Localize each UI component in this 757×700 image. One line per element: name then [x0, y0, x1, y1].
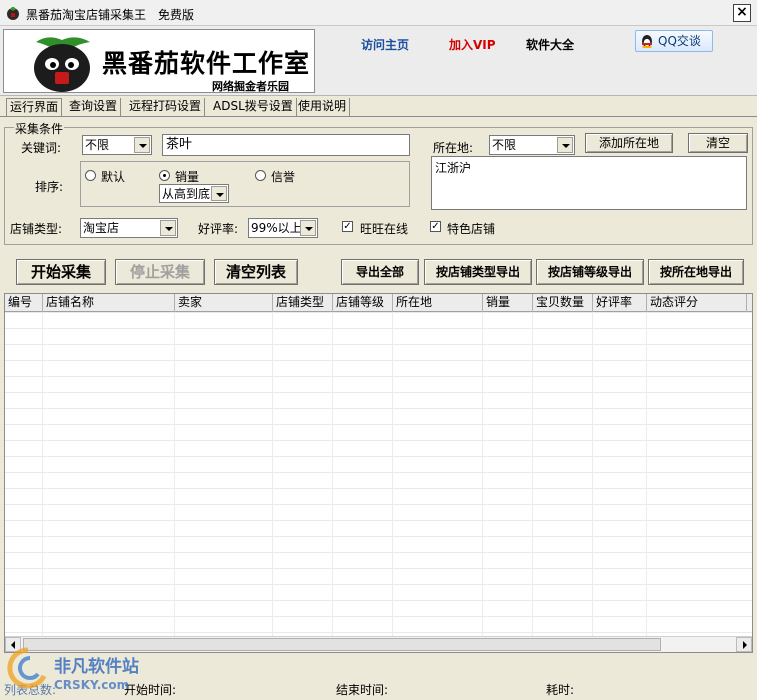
- tab-adsl-dial[interactable]: ADSL拨号设置: [210, 98, 297, 116]
- special-shop-checkbox[interactable]: ✓: [430, 221, 441, 232]
- column-header[interactable]: 卖家: [175, 294, 273, 312]
- shop-type-value: 淘宝店: [83, 221, 120, 235]
- title-bar: 黑番茄淘宝店铺采集王 免费版 ×: [0, 0, 757, 26]
- sort-default-label: 默认: [101, 170, 126, 184]
- clear-location-button[interactable]: 清空: [688, 133, 748, 153]
- add-location-button[interactable]: 添加所在地: [585, 133, 673, 153]
- edition-label: 免费版: [158, 8, 195, 22]
- table-header: 编号 店铺名称 卖家 店铺类型 店铺等级 所在地 销量 宝贝数量 好评率 动态评…: [5, 294, 752, 312]
- export-all-button[interactable]: 导出全部: [341, 259, 419, 285]
- sort-options-box: 默认 销量 信誉 从高到底: [80, 161, 410, 207]
- tomato-mascot-icon: [34, 37, 90, 92]
- close-button[interactable]: ×: [733, 4, 751, 22]
- export-by-type-button[interactable]: 按店铺类型导出: [424, 259, 532, 285]
- criteria-legend: 采集条件: [14, 120, 65, 137]
- sort-label: 排序:: [35, 180, 64, 194]
- keyword-scope-value: 不限: [85, 138, 110, 152]
- column-divider: [174, 312, 175, 637]
- sort-sales-radio[interactable]: [159, 170, 170, 181]
- chevron-down-icon: [211, 186, 227, 201]
- rating-label: 好评率:: [198, 222, 239, 236]
- column-header[interactable]: 宝贝数量: [533, 294, 593, 312]
- location-label: 所在地:: [433, 141, 474, 155]
- column-header[interactable]: 店铺名称: [43, 294, 175, 312]
- qq-chat-button[interactable]: QQ交谈: [635, 30, 713, 52]
- end-time-label: 结束时间:: [336, 683, 389, 697]
- rating-value: 99%以上: [251, 221, 302, 235]
- keyword-input[interactable]: 茶叶: [162, 134, 410, 156]
- wangwang-online-label: 旺旺在线: [360, 222, 409, 236]
- window-title: 黑番茄淘宝店铺采集王: [26, 8, 147, 22]
- watermark-domain: CRSKY.com: [54, 678, 130, 692]
- stop-collect-button[interactable]: 停止采集: [115, 259, 205, 285]
- wangwang-online-checkbox[interactable]: ✓: [342, 221, 353, 232]
- column-divider: [646, 312, 647, 637]
- keyword-scope-select[interactable]: 不限: [82, 135, 152, 155]
- scroll-right-icon[interactable]: [736, 637, 752, 652]
- column-divider: [532, 312, 533, 637]
- keyword-label: 关键词:: [21, 141, 62, 155]
- shop-type-label: 店铺类型:: [10, 222, 63, 236]
- tab-help[interactable]: 使用说明: [295, 98, 351, 116]
- location-list[interactable]: 江浙沪: [431, 156, 747, 210]
- tab-run[interactable]: 运行界面: [6, 98, 63, 117]
- qq-chat-label: QQ交谈: [658, 34, 701, 48]
- join-vip-link[interactable]: 加入VIP: [449, 36, 496, 53]
- watermark-name: 非凡软件站: [54, 657, 139, 677]
- chevron-down-icon: [134, 137, 150, 153]
- sort-reputation-radio[interactable]: [255, 170, 266, 181]
- sort-sales-label: 销量: [175, 170, 200, 184]
- export-by-level-button[interactable]: 按店铺等级导出: [536, 259, 644, 285]
- column-divider: [332, 312, 333, 637]
- visit-homepage-link[interactable]: 访问主页: [361, 36, 409, 53]
- column-header[interactable]: 店铺类型: [273, 294, 333, 312]
- sort-order-value: 从高到底: [162, 187, 211, 201]
- start-collect-button[interactable]: 开始采集: [16, 259, 106, 285]
- sort-order-select[interactable]: 从高到底: [159, 184, 229, 203]
- sort-reputation-label: 信誉: [271, 170, 296, 184]
- column-header[interactable]: 动态评分: [647, 294, 747, 312]
- watermark: 非凡软件站 CRSKY.com: [0, 642, 180, 700]
- shop-type-select[interactable]: 淘宝店: [80, 218, 178, 238]
- sort-default-radio[interactable]: [85, 170, 96, 181]
- qq-penguin-icon: [642, 35, 652, 48]
- location-value: 不限: [492, 138, 517, 152]
- tab-query-settings[interactable]: 查询设置: [66, 98, 122, 116]
- elapsed-label: 耗时:: [546, 683, 575, 697]
- run-panel: 采集条件 关键词: 不限 茶叶 所在地: 不限 添加所在地 清空 江浙沪 排序:…: [0, 116, 757, 700]
- special-shop-label: 特色店铺: [447, 222, 496, 236]
- rating-select[interactable]: 99%以上: [248, 218, 318, 238]
- chevron-down-icon: [300, 220, 316, 236]
- crsky-logo-icon: [7, 647, 47, 689]
- chevron-down-icon: [160, 220, 176, 236]
- export-by-location-button[interactable]: 按所在地导出: [648, 259, 744, 285]
- column-divider: [272, 312, 273, 637]
- chevron-down-icon: [557, 137, 573, 153]
- column-header[interactable]: 店铺等级: [333, 294, 393, 312]
- header-banner: 黑番茄软件工作室 网络掘金者乐园 访问主页 加入VIP 软件大全 QQ交谈: [0, 26, 757, 96]
- column-header[interactable]: 好评率: [593, 294, 647, 312]
- logo-subtitle: 网络掘金者乐园: [212, 80, 289, 93]
- software-list-link[interactable]: 软件大全: [526, 36, 574, 53]
- column-header[interactable]: 销量: [483, 294, 533, 312]
- logo: 黑番茄软件工作室 网络掘金者乐园: [3, 29, 315, 93]
- column-header[interactable]: 编号: [5, 294, 43, 312]
- tab-strip: 运行界面 查询设置 远程打码设置 ADSL拨号设置 使用说明: [0, 98, 757, 117]
- tab-remote-captcha[interactable]: 远程打码设置: [126, 98, 206, 116]
- column-divider: [42, 312, 43, 637]
- table-body[interactable]: [5, 312, 752, 637]
- logo-title: 黑番茄软件工作室: [102, 49, 311, 78]
- column-divider: [482, 312, 483, 637]
- column-divider: [592, 312, 593, 637]
- location-select[interactable]: 不限: [489, 135, 575, 155]
- column-header[interactable]: 所在地: [393, 294, 483, 312]
- column-divider: [392, 312, 393, 637]
- clear-list-button[interactable]: 清空列表: [214, 259, 298, 285]
- tomato-app-icon: [7, 7, 19, 20]
- shop-table[interactable]: 编号 店铺名称 卖家 店铺类型 店铺等级 所在地 销量 宝贝数量 好评率 动态评…: [4, 293, 753, 653]
